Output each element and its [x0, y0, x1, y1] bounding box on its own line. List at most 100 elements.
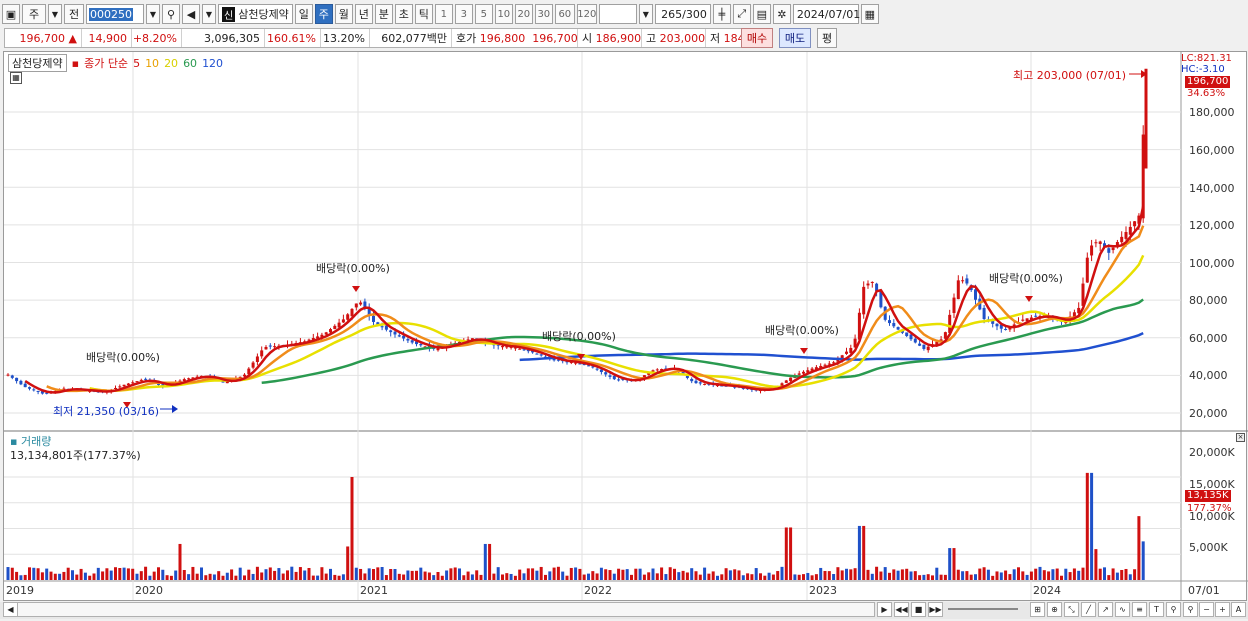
- volume-bar: [668, 567, 672, 580]
- volume-bar: [978, 568, 982, 580]
- candle-type-icon[interactable]: ╪: [712, 4, 731, 24]
- zoom-search-icon[interactable]: ⚲: [1183, 602, 1198, 617]
- candle-body: [870, 281, 874, 283]
- grid-toggle-icon[interactable]: ▦: [10, 72, 22, 84]
- volume-bar: [642, 574, 646, 580]
- zoom-tool-icon[interactable]: ⊞: [1030, 602, 1045, 617]
- interval-60[interactable]: 60: [554, 4, 575, 24]
- volume-bar: [6, 567, 10, 580]
- period-week[interactable]: 주: [314, 4, 333, 24]
- drawing-tool-icon[interactable]: ⤢: [732, 4, 751, 24]
- line-tool-icon[interactable]: ╱: [1081, 602, 1096, 617]
- stock-name-box[interactable]: 신 삼천당제약: [218, 4, 293, 24]
- volume-bar: [1017, 567, 1020, 580]
- volume-bar: [569, 567, 573, 580]
- gear-icon[interactable]: ✲: [772, 4, 791, 24]
- interval-5[interactable]: 5: [474, 4, 493, 24]
- zoom-in-icon[interactable]: +: [1215, 602, 1230, 617]
- calendar-icon[interactable]: ▦: [860, 4, 879, 24]
- volume-bar: [204, 575, 208, 580]
- volume-bar: [526, 568, 530, 580]
- chart-panel[interactable]: 삼천당제약 ▪ 종가 단순 5 10 20 60 120 ▦ LC:821.31…: [3, 51, 1248, 602]
- sell-button[interactable]: 매도: [779, 28, 811, 48]
- volume-bar: [40, 572, 44, 580]
- period-day[interactable]: 일: [294, 4, 313, 24]
- volume-bar: [599, 567, 603, 580]
- wave-tool-icon[interactable]: ∿: [1115, 602, 1130, 617]
- volume-ratio: 160.61%: [265, 29, 321, 47]
- volume-bar: [329, 568, 332, 580]
- scroll-right-icon[interactable]: ▶: [877, 602, 892, 617]
- candle-body: [926, 346, 930, 351]
- horizontal-scrollbar[interactable]: [3, 602, 875, 617]
- close-pane-icon[interactable]: ×: [1236, 433, 1245, 442]
- zoom-out-icon[interactable]: −: [1199, 602, 1214, 617]
- text-tool-icon[interactable]: T: [1149, 602, 1164, 617]
- speaker-icon[interactable]: ◀: [182, 4, 200, 24]
- period-select[interactable]: 주: [22, 4, 46, 24]
- volume-bar: [720, 574, 724, 580]
- period-tick[interactable]: 틱: [414, 4, 433, 24]
- zoom-slider[interactable]: [948, 608, 1018, 610]
- arrow-tool-icon[interactable]: ↗: [1098, 602, 1113, 617]
- interval-1[interactable]: 1: [434, 4, 453, 24]
- volume-bar: [88, 575, 92, 580]
- volume-bar: [324, 573, 328, 580]
- interval-30[interactable]: 30: [534, 4, 553, 24]
- candle-body: [268, 345, 272, 347]
- volume-bar: [784, 527, 788, 580]
- forward-icon[interactable]: ▶▶: [928, 602, 943, 617]
- scroll-left-icon[interactable]: ◀: [3, 602, 18, 617]
- crosshair-icon[interactable]: ⊕: [1047, 602, 1062, 617]
- fib-tool-icon[interactable]: ≡: [1132, 602, 1147, 617]
- volume-bar: [1085, 472, 1089, 580]
- legend-stock-name[interactable]: 삼천당제약: [8, 54, 67, 72]
- volume-bar: [354, 567, 358, 580]
- candle-body: [359, 302, 363, 305]
- volume-bar: [221, 575, 225, 580]
- custom-interval-select[interactable]: [598, 4, 637, 24]
- interval-3[interactable]: 3: [454, 4, 473, 24]
- volume-bar: [587, 573, 590, 580]
- candle-body: [397, 335, 401, 337]
- candle-body: [144, 378, 148, 380]
- price-volume-chart[interactable]: [4, 52, 1248, 602]
- code-dropdown-icon[interactable]: ▼: [146, 4, 160, 24]
- fit-icon[interactable]: ⤡: [1064, 602, 1079, 617]
- interval-120[interactable]: 120: [576, 4, 597, 24]
- stock-code-input[interactable]: 000250: [86, 4, 144, 24]
- date-input[interactable]: 2024/07/01: [792, 4, 860, 24]
- interval-dropdown-icon[interactable]: ▼: [638, 4, 653, 24]
- magnifier-icon[interactable]: ⚲: [1166, 602, 1181, 617]
- volume-bar: [294, 571, 298, 580]
- count-input[interactable]: 265/300: [654, 4, 711, 24]
- candle-body: [995, 323, 999, 327]
- low-annotation: 최저 21,350 (03/16): [53, 405, 160, 418]
- period-second-label: 초: [398, 8, 409, 21]
- volume-bar: [157, 567, 160, 580]
- period-year[interactable]: 년: [354, 4, 373, 24]
- font-size-icon[interactable]: A: [1231, 602, 1246, 617]
- avg-button[interactable]: 평: [817, 28, 837, 48]
- volume-bar: [608, 570, 612, 580]
- speaker-dropdown-icon[interactable]: ▼: [202, 4, 216, 24]
- prev-button[interactable]: 전: [64, 4, 84, 24]
- interval-10[interactable]: 10: [494, 4, 513, 24]
- rewind-icon[interactable]: ◀◀: [894, 602, 909, 617]
- period-month[interactable]: 월: [334, 4, 353, 24]
- candle-body: [341, 319, 345, 323]
- period-second[interactable]: 초: [394, 4, 413, 24]
- period-minute[interactable]: 분: [374, 4, 393, 24]
- interval-20[interactable]: 20: [514, 4, 533, 24]
- save-icon[interactable]: ▤: [752, 4, 771, 24]
- candle-body: [604, 372, 608, 375]
- y-tick-120000: 120,000: [1189, 219, 1235, 232]
- window-menu-icon[interactable]: ▣: [2, 4, 20, 24]
- volume-bar: [552, 567, 556, 580]
- chevron-down-icon[interactable]: ▼: [48, 4, 62, 24]
- stop-icon[interactable]: ■: [911, 602, 926, 617]
- search-icon[interactable]: ⚲: [162, 4, 180, 24]
- volume-bar: [879, 571, 883, 580]
- candle-body: [32, 389, 36, 391]
- buy-button[interactable]: 매수: [741, 28, 773, 48]
